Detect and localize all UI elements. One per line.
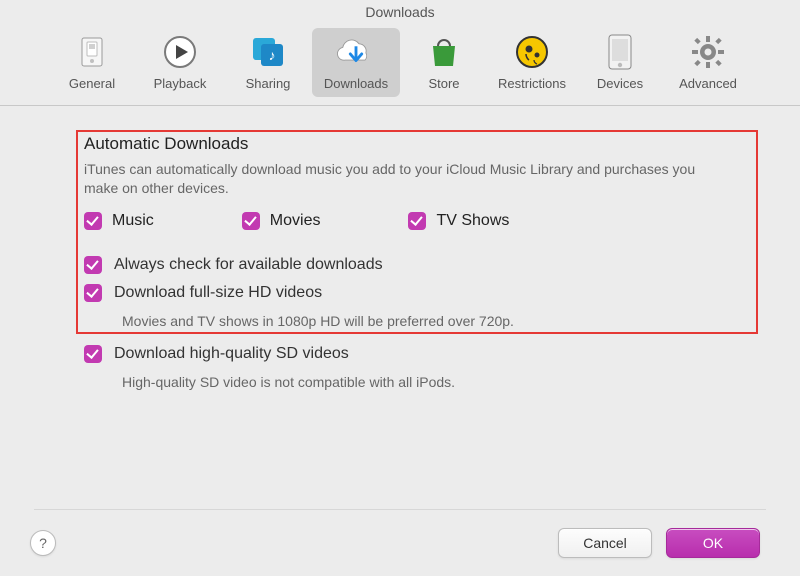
tab-downloads[interactable]: Downloads [312,28,400,97]
checkbox-label: Download high-quality SD videos [114,345,349,363]
section-description: iTunes can automatically download music … [84,160,724,198]
section-heading: Automatic Downloads [84,134,752,154]
tab-store[interactable]: Store [400,28,488,97]
content-area: Automatic Downloads iTunes can automatic… [0,106,800,576]
help-button[interactable]: ? [30,530,56,556]
tab-label: Store [428,76,459,91]
tab-label: Playback [154,76,207,91]
checkbox-icon [242,212,260,230]
separator [34,509,766,510]
tab-devices[interactable]: Devices [576,28,664,97]
dialog-buttons: Cancel OK [558,528,760,558]
tab-label: Restrictions [498,76,566,91]
checkbox-icon [408,212,426,230]
hd-description: Movies and TV shows in 1080p HD will be … [122,312,752,331]
parental-icon [512,32,552,72]
auto-download-types: Music Movies TV Shows [84,212,752,230]
cloud-download-icon [336,32,376,72]
checkbox-icon [84,284,102,302]
checkbox-icon [84,256,102,274]
checkbox-label: Download full-size HD videos [114,284,322,302]
preferences-toolbar: General Playback ♪ Sharing [0,24,800,106]
checkbox-label: Always check for available downloads [114,256,383,274]
checkbox-always-check[interactable]: Always check for available downloads [84,256,752,274]
checkbox-label: TV Shows [436,212,509,230]
checkbox-hd-videos[interactable]: Download full-size HD videos [84,284,752,302]
tab-restrictions[interactable]: Restrictions [488,28,576,97]
checkbox-icon [84,212,102,230]
tab-label: Downloads [324,76,388,91]
window-title: Downloads [0,0,800,24]
switch-icon [72,32,112,72]
checkbox-movies[interactable]: Movies [242,212,321,230]
device-icon [600,32,640,72]
bag-icon [424,32,464,72]
tab-label: Advanced [679,76,737,91]
tab-advanced[interactable]: Advanced [664,28,752,97]
tab-playback[interactable]: Playback [136,28,224,97]
tab-label: Sharing [246,76,291,91]
checkbox-label: Music [112,212,154,230]
gear-icon [688,32,728,72]
cancel-button[interactable]: Cancel [558,528,652,558]
checkbox-label: Movies [270,212,321,230]
svg-text:♪: ♪ [269,47,276,63]
checkbox-icon [84,345,102,363]
checkbox-tvshows[interactable]: TV Shows [408,212,509,230]
tab-label: General [69,76,115,91]
tab-label: Devices [597,76,643,91]
ok-button[interactable]: OK [666,528,760,558]
checkbox-sd-videos[interactable]: Download high-quality SD videos [84,345,752,363]
play-icon [160,32,200,72]
tab-general[interactable]: General [48,28,136,97]
sd-description: High-quality SD video is not compatible … [122,373,752,392]
sharing-icon: ♪ [248,32,288,72]
checkbox-music[interactable]: Music [84,212,154,230]
tab-sharing[interactable]: ♪ Sharing [224,28,312,97]
